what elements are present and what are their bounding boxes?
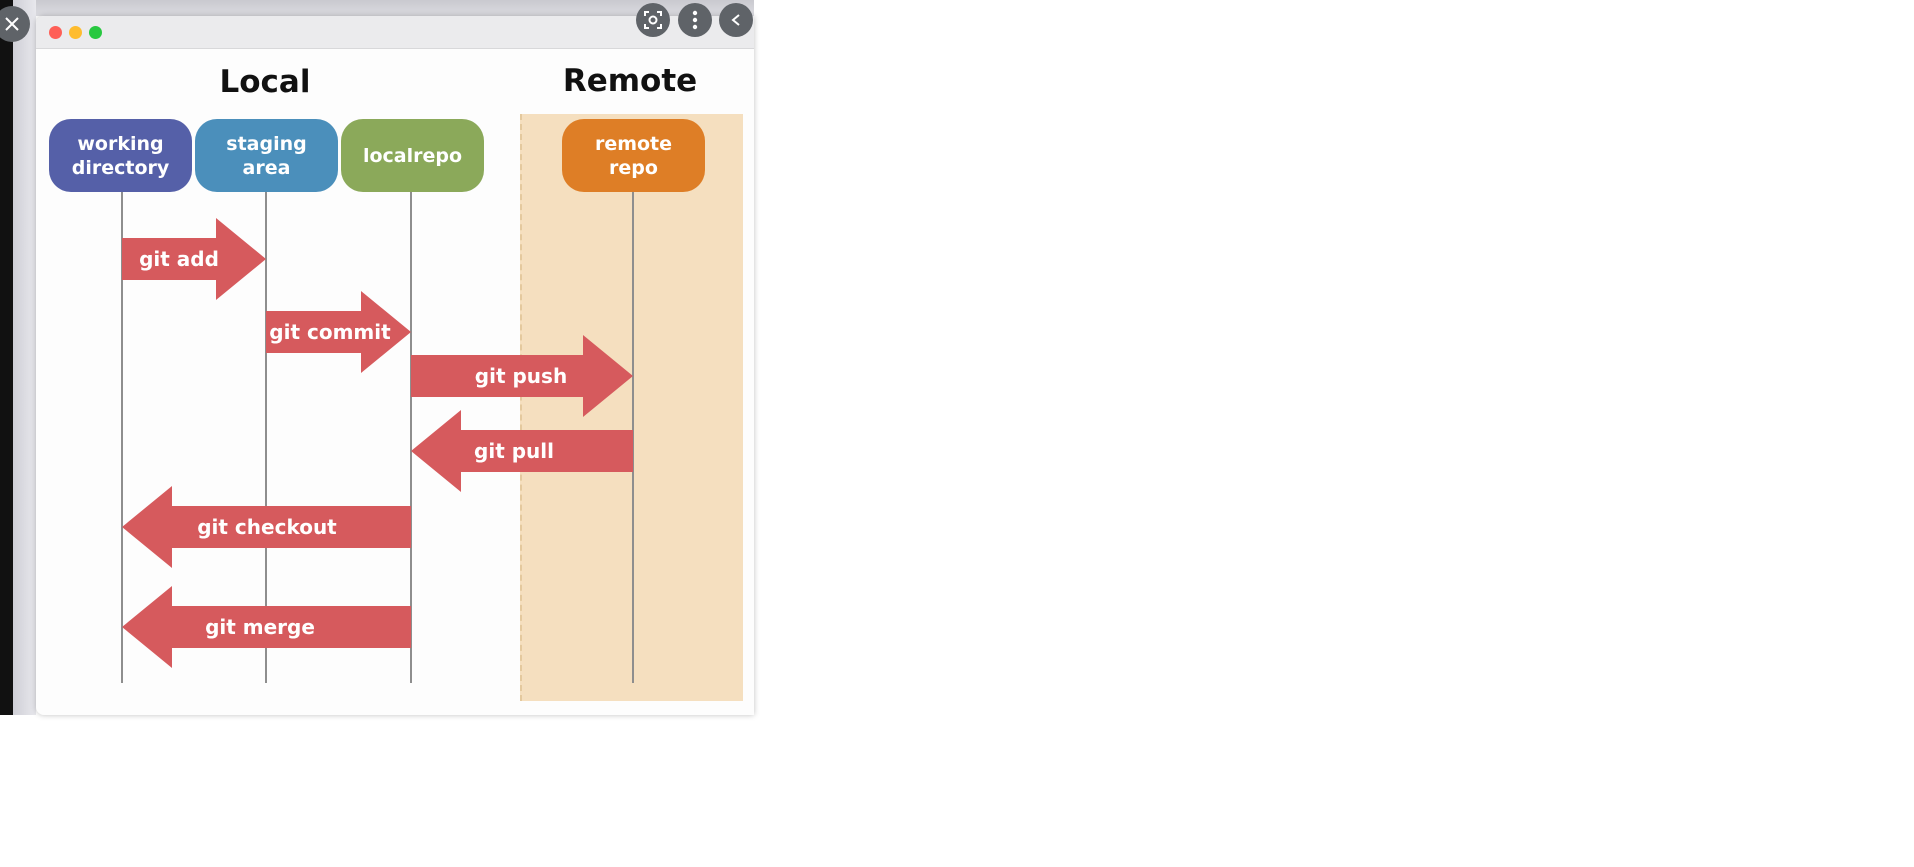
- git-commit-label: git commit: [269, 320, 391, 344]
- git-push-label: git push: [475, 364, 567, 388]
- git-merge-label: git merge: [205, 615, 315, 639]
- arrows-layer: git add git commit git push git pull git che…: [122, 218, 633, 668]
- git-checkout-label: git checkout: [197, 515, 337, 539]
- git-add-label: git add: [139, 247, 219, 271]
- git-pull-label: git pull: [474, 439, 554, 463]
